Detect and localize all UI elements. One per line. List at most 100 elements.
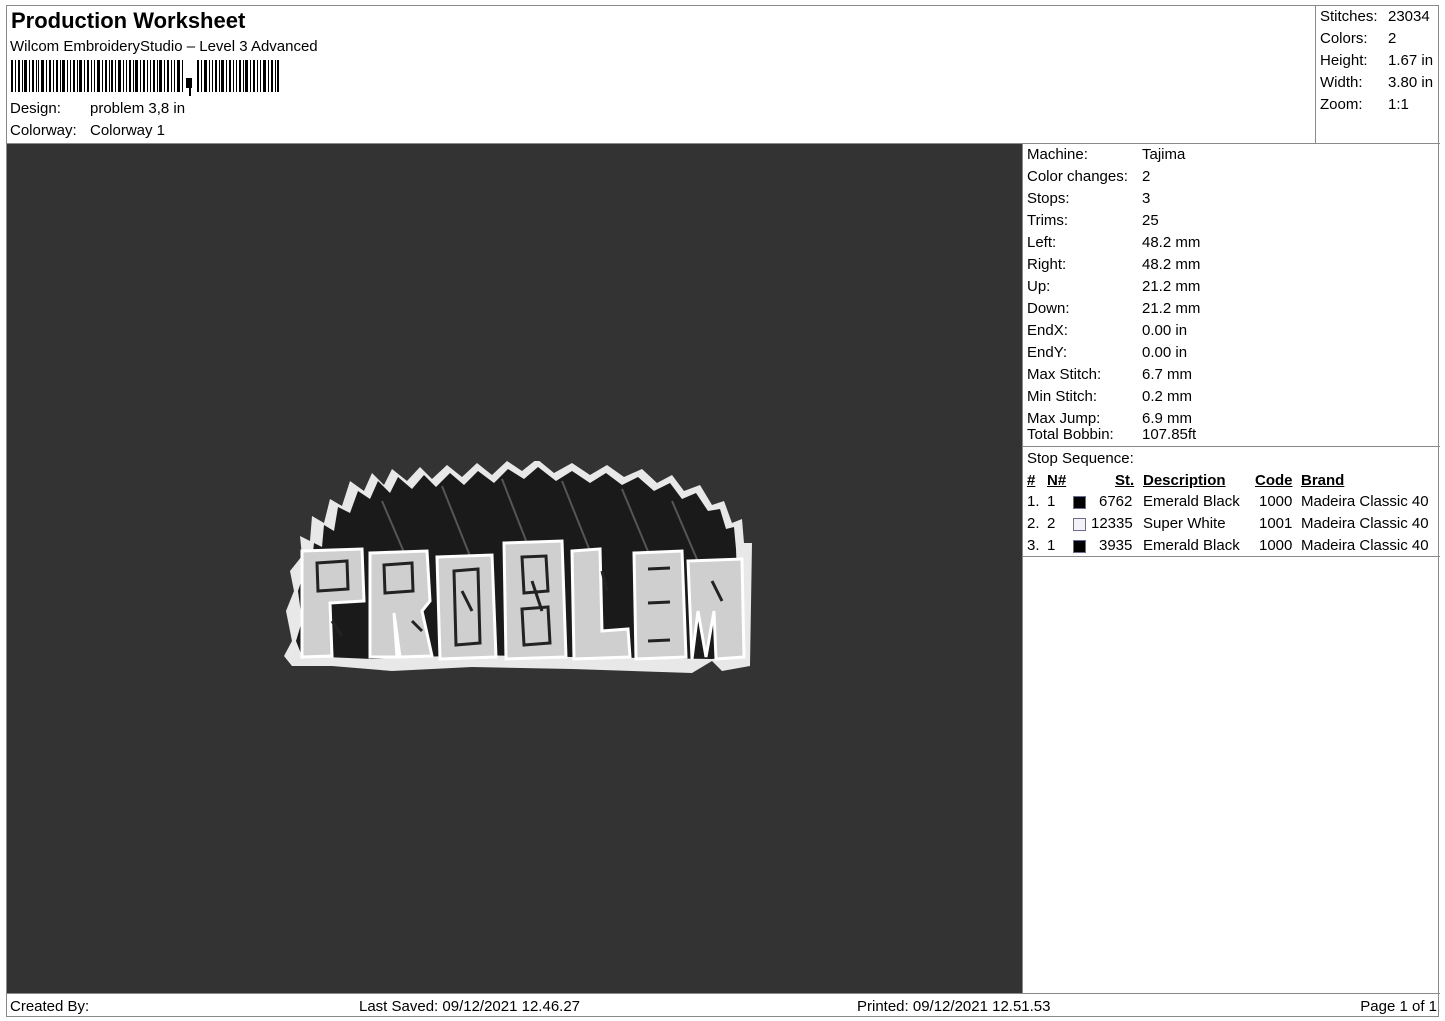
row-needle: 1 bbox=[1047, 493, 1056, 510]
zoom-row: Zoom: 1:1 bbox=[1320, 96, 1409, 113]
up-label: Up: bbox=[1027, 278, 1051, 295]
row-stitches: 12335 bbox=[1091, 515, 1133, 532]
total-bobbin-label: Total Bobbin: bbox=[1027, 426, 1114, 443]
max-stitch-label: Max Stitch: bbox=[1027, 366, 1102, 383]
trims-row: Trims: 25 bbox=[1027, 212, 1159, 229]
row-description: Emerald Black bbox=[1143, 493, 1240, 510]
created-by: Created By: bbox=[10, 998, 90, 1015]
trims-label: Trims: bbox=[1027, 212, 1069, 229]
right-row: Right: 48.2 mm bbox=[1027, 256, 1200, 273]
design-row: Design: problem 3,8 in bbox=[10, 100, 185, 117]
endy-value: 0.00 in bbox=[1142, 344, 1188, 361]
min-stitch-label: Min Stitch: bbox=[1027, 388, 1098, 405]
software-name: Wilcom EmbroideryStudio – Level 3 Advanc… bbox=[10, 38, 318, 55]
down-row: Down: 21.2 mm bbox=[1027, 300, 1200, 317]
worksheet-footer: Created By: Last Saved: 09/12/2021 12.46… bbox=[7, 993, 1440, 1018]
height-row: Height: 1.67 in bbox=[1320, 52, 1433, 69]
left-label: Left: bbox=[1027, 234, 1057, 251]
colorway-value: Colorway 1 bbox=[90, 122, 166, 139]
width-value: 3.80 in bbox=[1388, 74, 1434, 91]
machine-label: Machine: bbox=[1027, 146, 1088, 163]
endx-row: EndX: 0.00 in bbox=[1027, 322, 1187, 339]
machine-row: Machine: Tajima bbox=[1027, 146, 1185, 163]
stop-sequence-heading: Stop Sequence: bbox=[1027, 450, 1134, 467]
min-stitch-row: Min Stitch: 0.2 mm bbox=[1027, 388, 1192, 405]
max-stitch-row: Max Stitch: 6.7 mm bbox=[1027, 366, 1192, 383]
max-jump-value: 6.9 mm bbox=[1142, 410, 1193, 427]
trims-value: 25 bbox=[1142, 212, 1159, 229]
machine-value: Tajima bbox=[1142, 146, 1186, 163]
stitches-value: 23034 bbox=[1388, 8, 1430, 25]
max-stitch-value: 6.7 mm bbox=[1142, 366, 1193, 383]
left-row: Left: 48.2 mm bbox=[1027, 234, 1200, 251]
row-code: 1000 bbox=[1259, 537, 1293, 554]
col-header-n: N# bbox=[1047, 472, 1067, 489]
up-row: Up: 21.2 mm bbox=[1027, 278, 1200, 295]
col-header-num: # bbox=[1027, 472, 1036, 489]
right-value: 48.2 mm bbox=[1142, 256, 1201, 273]
design-value: problem 3,8 in bbox=[90, 100, 186, 117]
left-value: 48.2 mm bbox=[1142, 234, 1201, 251]
color-changes-label: Color changes: bbox=[1027, 168, 1128, 185]
worksheet-header: Production Worksheet Wilcom EmbroiderySt… bbox=[7, 6, 1315, 143]
printed-date: Printed: 09/12/2021 12.51.53 bbox=[857, 998, 1051, 1015]
page-title: Production Worksheet bbox=[11, 8, 246, 33]
colors-label: Colors: bbox=[1320, 30, 1368, 47]
colors-row: Colors: 2 bbox=[1320, 30, 1396, 47]
total-bobbin-row: Total Bobbin: 107.85ft bbox=[1027, 426, 1196, 443]
summary-panel: Stitches: 23034 Colors: 2 Height: 1.67 in W… bbox=[1315, 6, 1440, 143]
row-description: Emerald Black bbox=[1143, 537, 1240, 554]
colorway-label: Colorway: bbox=[10, 122, 77, 139]
stops-row: Stops: 3 bbox=[1027, 190, 1150, 207]
max-jump-row: Max Jump: 6.9 mm bbox=[1027, 410, 1192, 427]
production-worksheet: Production Worksheet Wilcom EmbroiderySt… bbox=[6, 5, 1440, 1018]
stitches-label: Stitches: bbox=[1320, 8, 1378, 25]
embroidery-design-image bbox=[284, 461, 752, 673]
color-changes-row: Color changes: 2 bbox=[1027, 168, 1150, 185]
row-brand: Madeira Classic 40 bbox=[1301, 515, 1429, 532]
width-row: Width: 3.80 in bbox=[1320, 74, 1433, 91]
page-number: Page 1 of 1 bbox=[1360, 998, 1437, 1015]
down-value: 21.2 mm bbox=[1142, 300, 1201, 317]
barcode-image bbox=[11, 60, 279, 96]
color-changes-value: 2 bbox=[1142, 168, 1151, 185]
endx-label: EndX: bbox=[1027, 322, 1068, 339]
width-label: Width: bbox=[1320, 74, 1363, 91]
right-label: Right: bbox=[1027, 256, 1067, 273]
row-stitches: 6762 bbox=[1099, 493, 1133, 510]
row-needle: 1 bbox=[1047, 537, 1056, 554]
max-jump-label: Max Jump: bbox=[1027, 410, 1101, 427]
row-num: 3. bbox=[1027, 537, 1040, 554]
color-swatch bbox=[1073, 518, 1086, 531]
endx-value: 0.00 in bbox=[1142, 322, 1188, 339]
row-code: 1001 bbox=[1259, 515, 1293, 532]
last-saved: Last Saved: 09/12/2021 12.46.27 bbox=[359, 998, 581, 1015]
color-swatch bbox=[1073, 496, 1086, 509]
zoom-value: 1:1 bbox=[1388, 96, 1409, 113]
endy-row: EndY: 0.00 in bbox=[1027, 344, 1187, 361]
height-label: Height: bbox=[1320, 52, 1368, 69]
color-swatch bbox=[1073, 540, 1086, 553]
endy-label: EndY: bbox=[1027, 344, 1068, 361]
row-num: 2. bbox=[1027, 515, 1040, 532]
zoom-label: Zoom: bbox=[1320, 96, 1363, 113]
design-label: Design: bbox=[10, 100, 61, 117]
height-value: 1.67 in bbox=[1388, 52, 1434, 69]
row-stitches: 3935 bbox=[1099, 537, 1133, 554]
col-header-brand: Brand bbox=[1301, 472, 1345, 489]
colors-value: 2 bbox=[1388, 30, 1397, 47]
empty-panel bbox=[1022, 557, 1440, 993]
col-header-description: Description bbox=[1143, 472, 1226, 489]
total-bobbin-value: 107.85ft bbox=[1142, 426, 1197, 443]
min-stitch-value: 0.2 mm bbox=[1142, 388, 1193, 405]
stops-value: 3 bbox=[1142, 190, 1151, 207]
stops-label: Stops: bbox=[1027, 190, 1070, 207]
design-preview bbox=[7, 143, 1022, 993]
stitches-row: Stitches: 23034 bbox=[1320, 8, 1430, 25]
row-code: 1000 bbox=[1259, 493, 1293, 510]
down-label: Down: bbox=[1027, 300, 1070, 317]
up-value: 21.2 mm bbox=[1142, 278, 1201, 295]
row-num: 1. bbox=[1027, 493, 1040, 510]
row-brand: Madeira Classic 40 bbox=[1301, 493, 1429, 510]
row-needle: 2 bbox=[1047, 515, 1056, 532]
